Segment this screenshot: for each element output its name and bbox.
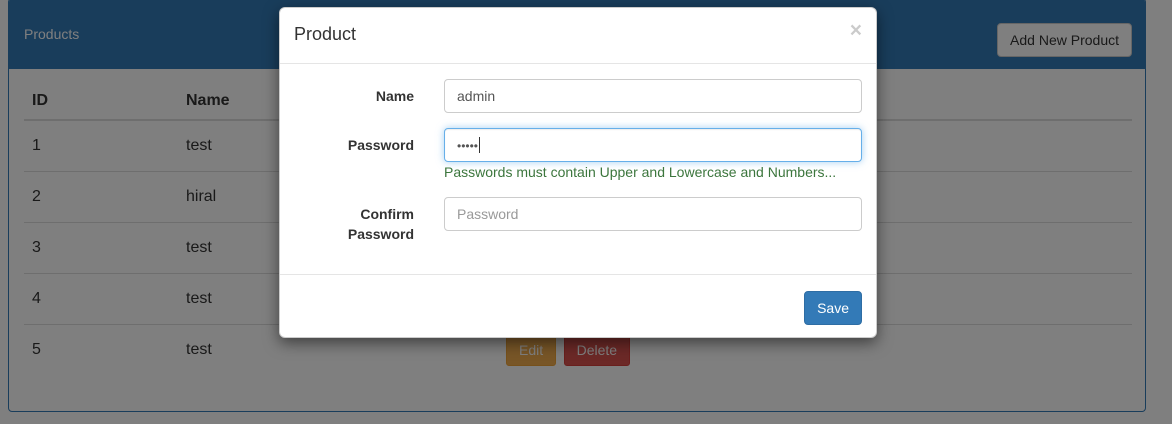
text-caret [479,137,481,153]
name-input[interactable]: admin [444,79,862,113]
password-label: Password [347,137,414,153]
password-help-text: Passwords must contain Upper and Lowerca… [444,164,837,180]
confirm-label-line2: Password [347,226,414,242]
name-label: Name [375,88,414,104]
modal-footer: Save [280,274,876,339]
password-input[interactable]: ••••• [444,128,862,162]
password-input-value: ••••• [457,139,479,153]
modal-header: Product × [280,8,876,64]
name-input-value: admin [457,88,496,104]
confirm-password-label: Confirm Password [280,204,414,244]
confirm-password-placeholder: Password [457,206,519,222]
modal-title: Product [294,24,357,44]
close-icon[interactable]: × [850,20,862,41]
save-button[interactable]: Save [804,291,862,325]
product-modal: Product × Name admin Password ••••• Pass… [279,7,877,338]
confirm-label-line1: Confirm [360,206,414,222]
confirm-password-input[interactable]: Password [444,197,862,231]
